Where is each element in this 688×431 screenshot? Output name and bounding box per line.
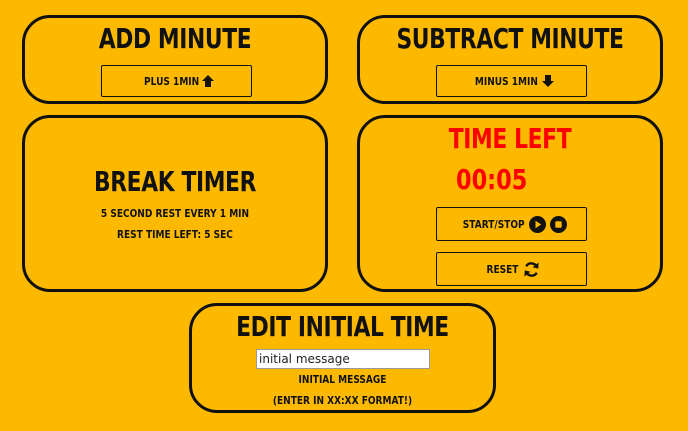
arrow-down-icon [541, 74, 555, 88]
format-hint-text: (Enter in XX:XX format!) [272, 394, 413, 407]
reset-label: Reset [486, 262, 518, 276]
initial-time-input[interactable] [256, 349, 430, 369]
play-icon [529, 215, 547, 233]
add-minute-panel: Add Minute Plus 1min [22, 15, 328, 104]
reset-button[interactable]: Reset [436, 252, 587, 286]
start-stop-label: Start/Stop [462, 217, 525, 231]
minus-1min-button[interactable]: Minus 1min [436, 65, 587, 97]
plus-1min-button[interactable]: Plus 1min [101, 65, 252, 97]
initial-message-text: Initial Message [298, 373, 387, 386]
minus-1min-label: Minus 1min [474, 74, 538, 88]
break-timer-rest-rule: 5 second rest every 1 min [100, 207, 250, 220]
time-left-title: Time Left [448, 122, 572, 155]
edit-initial-time-title: Edit Initial Time [236, 310, 449, 343]
subtract-minute-title: Subtract Minute [396, 22, 624, 55]
break-timer-panel: Break Timer 5 second rest every 1 min Re… [22, 115, 328, 292]
refresh-icon [523, 261, 540, 278]
break-timer-rest-left: Rest time left: 5 sec [117, 228, 233, 241]
add-minute-title: Add Minute [98, 22, 252, 55]
break-timer-title: Break Timer [93, 165, 257, 198]
edit-initial-time-panel: Edit Initial Time Initial Message (Enter… [189, 303, 496, 413]
stop-icon [550, 215, 568, 233]
start-stop-button[interactable]: Start/Stop [436, 207, 587, 241]
time-left-value: 00:05 [456, 163, 528, 196]
plus-1min-label: Plus 1min [143, 74, 200, 88]
arrow-up-icon [201, 74, 215, 88]
time-left-panel: Time Left 00:05 Start/Stop Reset [357, 115, 663, 292]
subtract-minute-panel: Subtract Minute Minus 1min [357, 15, 663, 104]
